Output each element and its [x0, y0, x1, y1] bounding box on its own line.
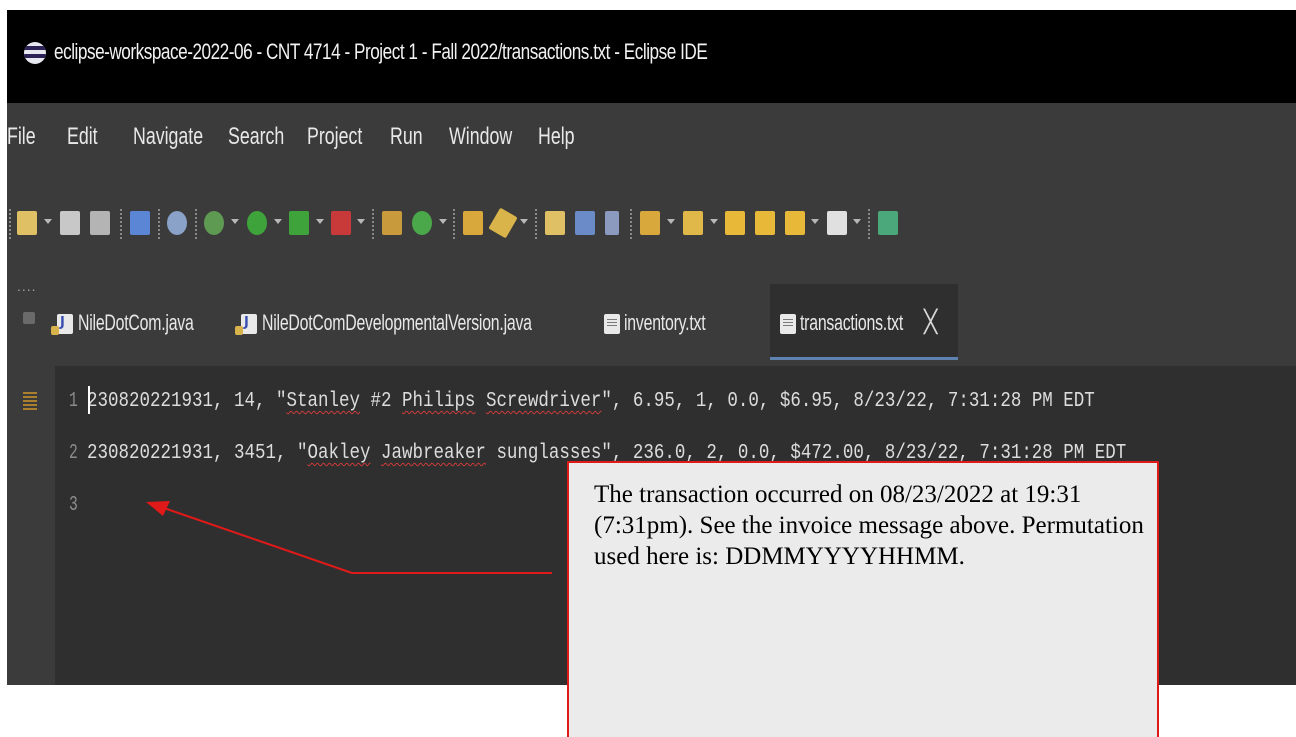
line-number: 2	[69, 442, 78, 465]
coverage-dropdown-icon[interactable]	[357, 219, 365, 224]
menu-window[interactable]: Window	[449, 123, 512, 151]
vertical-ruler	[7, 366, 55, 685]
save-all-icon[interactable]	[90, 211, 110, 235]
menu-run[interactable]: Run	[390, 123, 423, 151]
misspelled-word: Philips	[401, 390, 476, 413]
view-menu-icon[interactable]	[23, 312, 35, 324]
overview-ruler-icon	[23, 392, 37, 412]
tab-label: NileDotComDevelopmentalVersion.java	[262, 310, 532, 335]
next-annotation-icon[interactable]	[640, 211, 660, 235]
debug-dropdown-icon[interactable]	[231, 219, 239, 224]
highlight-icon[interactable]	[488, 207, 518, 239]
pin-editor-icon[interactable]	[878, 211, 898, 235]
active-tab-indicator	[770, 357, 958, 360]
show-whitespace-icon[interactable]	[605, 211, 619, 235]
java-file-icon	[235, 314, 257, 335]
toolbar-separator	[535, 209, 537, 239]
tab-transactions-txt[interactable]: transactions.txt ╳	[770, 284, 958, 360]
last-edit-forward-icon[interactable]	[755, 211, 775, 235]
new-java-package-icon[interactable]	[382, 211, 402, 235]
toolbar-separator	[868, 209, 870, 239]
title-bar: eclipse-workspace-2022-06 - CNT 4714 - P…	[7, 10, 1296, 103]
run-dropdown-icon[interactable]	[274, 219, 282, 224]
window-title: eclipse-workspace-2022-06 - CNT 4714 - P…	[54, 39, 708, 64]
menu-file[interactable]: File	[7, 123, 36, 151]
java-file-icon	[51, 314, 73, 335]
new-wizard-icon[interactable]	[17, 211, 37, 235]
misspelled-word: Oakley	[307, 442, 371, 465]
toolbar-separator	[195, 209, 197, 239]
back-dropdown-icon[interactable]	[811, 219, 819, 224]
line-number: 3	[69, 494, 78, 517]
external-dropdown-icon[interactable]	[316, 219, 324, 224]
line-number: 1	[69, 390, 78, 413]
forward-dropdown-icon[interactable]	[853, 219, 861, 224]
open-type-icon[interactable]	[463, 211, 483, 235]
eclipse-logo-icon	[24, 42, 46, 64]
main-toolbar	[7, 175, 1296, 270]
misspelled-word: Jawbreaker	[380, 442, 486, 465]
toolbar-separator	[372, 209, 374, 239]
menu-search[interactable]: Search	[228, 123, 284, 151]
run-external-icon[interactable]	[289, 211, 309, 235]
save-icon[interactable]	[60, 211, 80, 235]
text-file-icon	[604, 314, 620, 334]
drag-handle-icon[interactable]: ....	[17, 278, 37, 294]
misspelled-word: Screwdriver	[485, 390, 602, 413]
tab-inventory-txt[interactable]: inventory.txt	[592, 284, 752, 360]
editor-tab-bar: .... NileDotCom.java NileDotComDevelopme…	[7, 270, 1296, 366]
menu-bar: File Edit Navigate Search Project Run Wi…	[7, 103, 1296, 175]
code-line[interactable]: 230820221931, 14, "Stanley #2 Philips Sc…	[87, 390, 1095, 413]
text-file-icon	[780, 314, 796, 334]
code-text: 230820221931, 3451, "	[87, 442, 308, 465]
tab-label: NileDotCom.java	[78, 310, 194, 335]
toolbar-separator	[9, 209, 11, 239]
back-icon[interactable]	[785, 211, 805, 235]
tab-niledotcom-java[interactable]: NileDotCom.java	[45, 284, 220, 360]
toggle-breadcrumb-icon[interactable]	[545, 211, 565, 235]
annotation-text: The transaction occurred on 08/23/2022 a…	[594, 481, 1144, 570]
toolbar-separator	[630, 209, 632, 239]
new-dropdown-icon[interactable]	[44, 219, 52, 224]
next-annotation-dropdown-icon[interactable]	[667, 219, 675, 224]
debug-icon[interactable]	[204, 211, 224, 235]
run-icon[interactable]	[247, 211, 267, 235]
console-icon[interactable]	[130, 211, 150, 235]
close-icon[interactable]: ╳	[924, 310, 937, 335]
code-text: ", 6.95, 1, 0.0, $6.95, 8/23/22, 7:31:28…	[601, 390, 1095, 413]
forward-icon[interactable]	[827, 211, 847, 235]
tab-label: inventory.txt	[624, 310, 706, 335]
menu-edit[interactable]: Edit	[67, 123, 98, 151]
toolbar-separator	[158, 209, 160, 239]
tab-niledotcom-developmental-java[interactable]: NileDotComDevelopmentalVersion.java	[229, 284, 584, 360]
toggle-block-selection-icon[interactable]	[575, 211, 595, 235]
previous-annotation-dropdown-icon[interactable]	[710, 219, 718, 224]
menu-project[interactable]: Project	[307, 123, 362, 151]
coverage-icon[interactable]	[331, 211, 351, 235]
annotation-callout: The transaction occurred on 08/23/2022 a…	[567, 461, 1159, 737]
misspelled-word: Stanley	[286, 390, 360, 413]
new-class-icon[interactable]	[412, 211, 432, 235]
menu-help[interactable]: Help	[538, 123, 575, 151]
previous-annotation-icon[interactable]	[683, 211, 703, 235]
toolbar-separator	[453, 209, 455, 239]
search-icon[interactable]	[167, 211, 187, 235]
text-caret	[88, 386, 90, 414]
toolbar-separator	[120, 209, 122, 239]
highlight-dropdown-icon[interactable]	[520, 219, 528, 224]
code-text: #2	[359, 390, 402, 413]
class-dropdown-icon[interactable]	[439, 219, 447, 224]
tab-label: transactions.txt	[800, 310, 904, 335]
last-edit-location-icon[interactable]	[725, 211, 745, 235]
code-text: 230820221931, 14, "	[87, 390, 287, 413]
menu-navigate[interactable]: Navigate	[133, 123, 203, 151]
